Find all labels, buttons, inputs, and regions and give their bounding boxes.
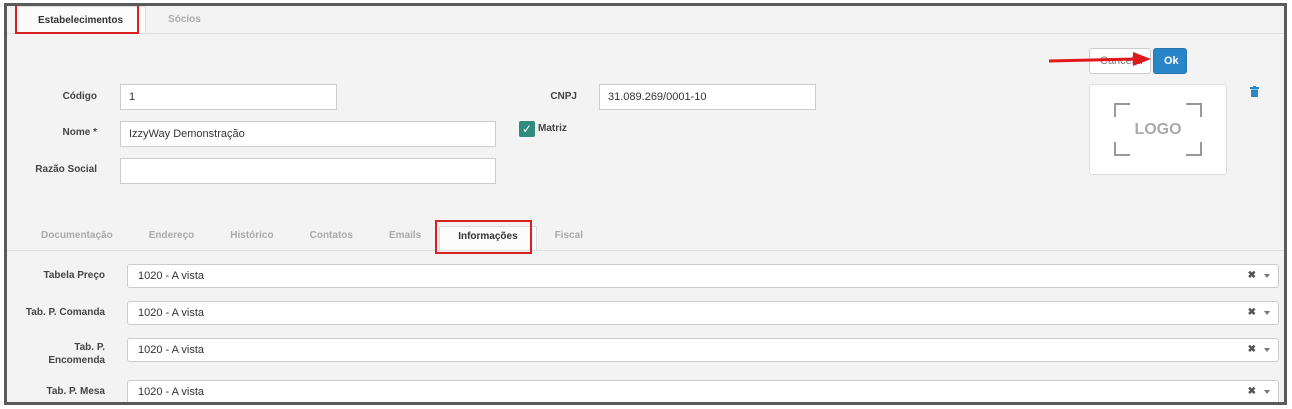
tab-p-comanda-label: Tab. P. Comanda bbox=[25, 307, 105, 318]
app-window: Estabelecimentos Sócios Cancelar Ok Códi… bbox=[4, 3, 1287, 405]
matriz-checkbox[interactable]: ✓ bbox=[519, 121, 535, 137]
nome-label: Nome * bbox=[62, 127, 97, 138]
tab-endereco[interactable]: Endereço bbox=[131, 226, 213, 250]
codigo-label: Código bbox=[62, 91, 97, 102]
trash-icon[interactable] bbox=[1250, 86, 1259, 100]
select-value: 1020 - A vista bbox=[138, 270, 205, 282]
select-value: 1020 - A vista bbox=[138, 344, 205, 356]
chevron-down-icon[interactable] bbox=[1264, 390, 1270, 394]
divider bbox=[7, 250, 1284, 251]
red-arrow-annotation bbox=[1048, 52, 1151, 66]
tab-p-encomenda-label: Tab. P. Encomenda bbox=[48, 342, 105, 366]
logo-placeholder-text: LOGO bbox=[1134, 121, 1182, 138]
tabela-preco-label: Tabela Preço bbox=[43, 270, 105, 281]
frame-corner bbox=[1114, 103, 1130, 117]
frame-corner bbox=[1114, 142, 1130, 156]
tab-p-mesa-label: Tab. P. Mesa bbox=[46, 386, 105, 397]
ok-button[interactable]: Ok bbox=[1153, 48, 1187, 74]
razao-social-input[interactable] bbox=[120, 158, 496, 184]
divider bbox=[7, 33, 1284, 34]
close-icon[interactable]: ✖ bbox=[1248, 344, 1256, 355]
tab-p-comanda-select[interactable]: 1020 - A vista ✖ bbox=[127, 301, 1279, 325]
tab-p-mesa-select[interactable]: 1020 - A vista ✖ bbox=[127, 380, 1279, 402]
logo-upload[interactable]: LOGO bbox=[1089, 84, 1227, 175]
tab-documentacao[interactable]: Documentação bbox=[23, 226, 131, 250]
cnpj-label: CNPJ bbox=[550, 91, 577, 102]
tab-socios[interactable]: Sócios bbox=[146, 6, 223, 34]
matriz-label: Matriz bbox=[538, 123, 567, 134]
razao-social-label: Razão Social bbox=[35, 164, 97, 175]
frame-corner bbox=[1186, 142, 1202, 156]
check-icon: ✓ bbox=[521, 122, 533, 136]
frame-corner bbox=[1186, 103, 1202, 117]
tab-historico[interactable]: Histórico bbox=[212, 226, 291, 250]
cnpj-input[interactable]: 31.089.269/0001-10 bbox=[599, 84, 816, 110]
select-value: 1020 - A vista bbox=[138, 307, 205, 319]
chevron-down-icon[interactable] bbox=[1264, 274, 1270, 278]
highlight-box-tab bbox=[15, 6, 139, 34]
close-icon[interactable]: ✖ bbox=[1248, 386, 1256, 397]
close-icon[interactable]: ✖ bbox=[1248, 270, 1256, 281]
tab-emails[interactable]: Emails bbox=[371, 226, 439, 250]
nome-input[interactable]: IzzyWay Demonstração bbox=[120, 121, 496, 147]
tab-p-encomenda-select[interactable]: 1020 - A vista ✖ bbox=[127, 338, 1279, 362]
chevron-down-icon[interactable] bbox=[1264, 311, 1270, 315]
tabela-preco-select[interactable]: 1020 - A vista ✖ bbox=[127, 264, 1279, 288]
chevron-down-icon[interactable] bbox=[1264, 348, 1270, 352]
tab-contatos[interactable]: Contatos bbox=[292, 226, 371, 250]
codigo-input[interactable]: 1 bbox=[120, 84, 337, 110]
highlight-box-informacoes bbox=[435, 220, 532, 254]
tab-fiscal[interactable]: Fiscal bbox=[537, 226, 601, 250]
close-icon[interactable]: ✖ bbox=[1248, 307, 1256, 318]
select-value: 1020 - A vista bbox=[138, 386, 205, 398]
